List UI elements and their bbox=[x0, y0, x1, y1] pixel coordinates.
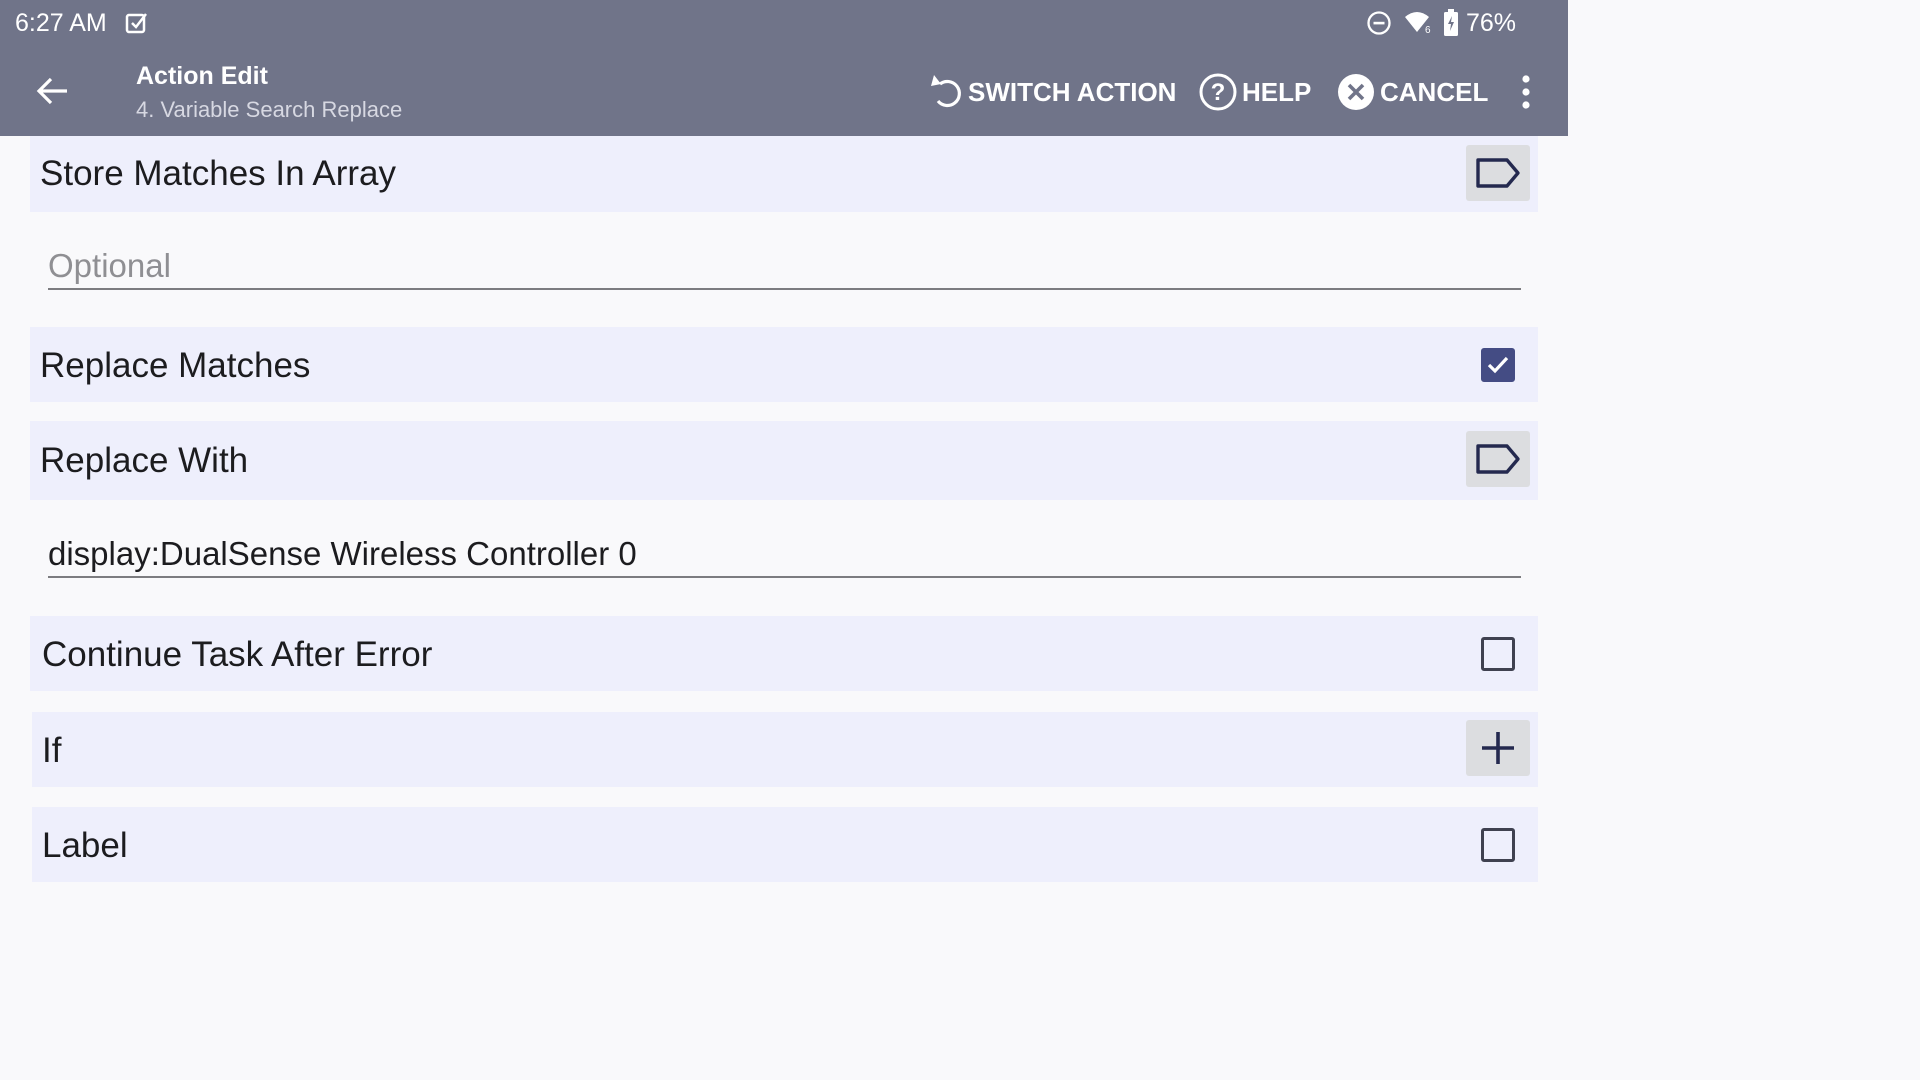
checkbox-notification-icon bbox=[125, 13, 147, 34]
label-row[interactable]: Label bbox=[32, 807, 1538, 882]
replace-with-row: Replace With bbox=[30, 421, 1538, 500]
replace-matches-row[interactable]: Replace Matches bbox=[30, 327, 1538, 402]
continue-after-error-row[interactable]: Continue Task After Error bbox=[30, 616, 1538, 691]
cancel-label: CANCEL bbox=[1380, 76, 1489, 107]
restore-icon bbox=[931, 75, 961, 108]
back-arrow-icon[interactable] bbox=[34, 72, 72, 110]
replace-with-variable-button[interactable] bbox=[1466, 431, 1530, 487]
page-title: Action Edit bbox=[136, 62, 268, 90]
battery-percent: 76% bbox=[1466, 9, 1517, 37]
store-matches-variable-button[interactable] bbox=[1466, 145, 1530, 201]
overflow-menu-icon[interactable] bbox=[1512, 70, 1540, 114]
switch-action-label: SWITCH ACTION bbox=[968, 76, 1177, 107]
help-circle-icon: ? bbox=[1199, 73, 1237, 111]
battery-charging-icon bbox=[1444, 9, 1458, 36]
add-condition-button[interactable] bbox=[1466, 720, 1530, 776]
svg-text:?: ? bbox=[1211, 79, 1226, 106]
status-time: 6:27 AM bbox=[15, 9, 107, 37]
check-icon bbox=[1487, 356, 1509, 374]
plus-icon bbox=[1482, 732, 1514, 764]
do-not-disturb-icon bbox=[1367, 11, 1391, 35]
cancel-button[interactable]: CANCEL bbox=[1336, 70, 1488, 114]
store-matches-input[interactable]: Optional bbox=[48, 244, 1521, 290]
store-matches-label: Store Matches In Array bbox=[40, 154, 396, 193]
page-subtitle: 4. Variable Search Replace bbox=[136, 97, 403, 122]
store-matches-row: Store Matches In Array bbox=[30, 136, 1538, 212]
label-tag-icon bbox=[1476, 444, 1520, 474]
replace-matches-label: Replace Matches bbox=[40, 346, 311, 385]
help-label: HELP bbox=[1242, 76, 1312, 107]
svg-text:6: 6 bbox=[1425, 25, 1431, 36]
if-label: If bbox=[42, 731, 62, 770]
label-tag-icon bbox=[1476, 158, 1520, 188]
if-row: If bbox=[32, 712, 1538, 787]
replace-with-input[interactable]: display:DualSense Wireless Controller 0 bbox=[48, 532, 1521, 578]
label-row-label: Label bbox=[42, 826, 128, 865]
help-button[interactable]: ? HELP bbox=[1198, 70, 1311, 114]
switch-action-button[interactable]: SWITCH ACTION bbox=[928, 70, 1176, 114]
continue-after-error-label: Continue Task After Error bbox=[42, 635, 433, 674]
replace-with-label: Replace With bbox=[40, 441, 249, 480]
app-bar: Action Edit 4. Variable Search Replace S… bbox=[0, 46, 1568, 136]
wifi-icon: 6 bbox=[1405, 12, 1431, 36]
cancel-circle-icon bbox=[1338, 74, 1374, 110]
replace-matches-checkbox[interactable] bbox=[1481, 348, 1515, 382]
status-bar: 6:27 AM 6 76% bbox=[0, 0, 1568, 46]
label-checkbox[interactable] bbox=[1481, 828, 1515, 862]
continue-after-error-checkbox[interactable] bbox=[1481, 637, 1515, 671]
